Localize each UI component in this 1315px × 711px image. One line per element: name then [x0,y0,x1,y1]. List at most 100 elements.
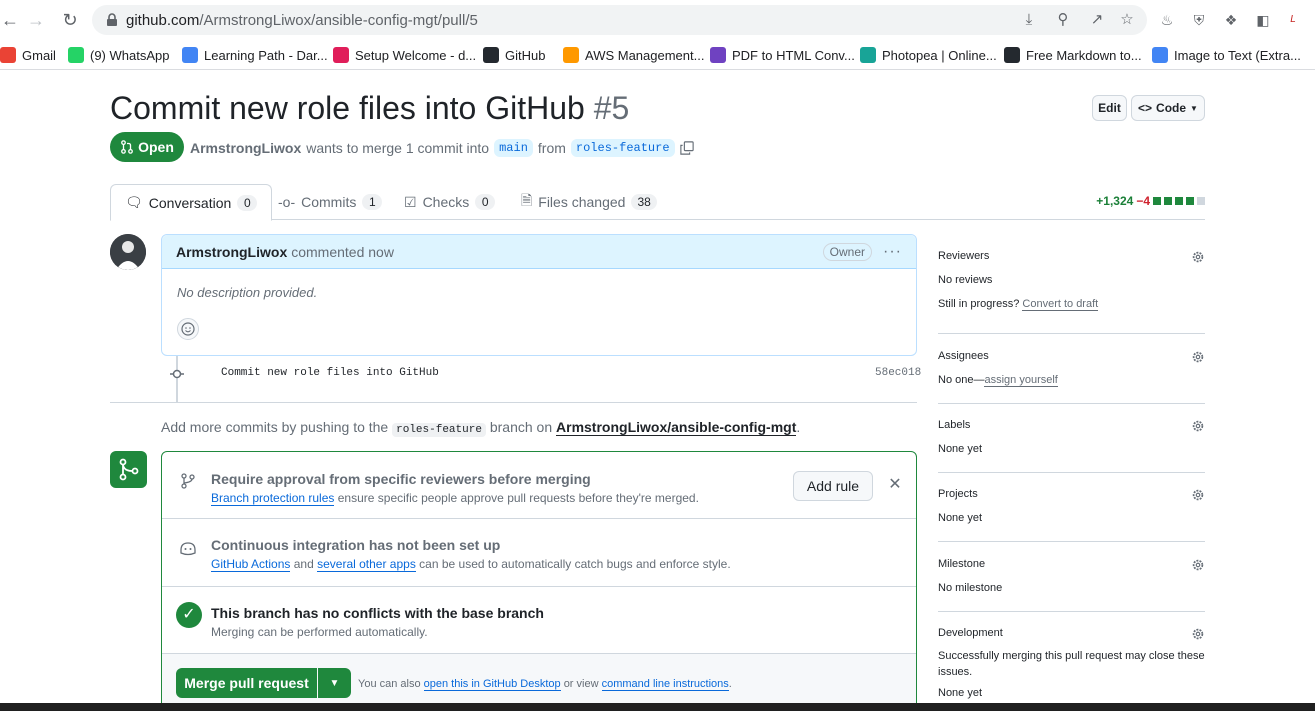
reviewers-note: Still in progress? Convert to draft [938,298,1099,311]
command-line-link[interactable]: command line instructions [601,678,729,691]
status-badge: Open [110,132,184,162]
sidebar-milestone: Milestone No milestone [938,558,1205,594]
projects-heading[interactable]: Projects [938,488,1205,500]
sidebar-assignees: Assignees No one—assign yourself [938,350,1205,387]
reload-icon[interactable]: ↻ [60,10,80,30]
smiley-icon [181,322,195,336]
repo-link[interactable]: ArmstrongLiwox/ansible-config-mgt [556,419,797,436]
gear-icon[interactable] [1191,350,1205,364]
commit-sha[interactable]: 58ec018 [875,367,921,379]
shield-icon[interactable]: ⛨ [1190,11,1208,29]
bookmark-1[interactable]: Gmail [0,46,56,64]
side-panel-icon[interactable]: ◧ [1254,11,1272,29]
avatar[interactable] [110,234,146,270]
back-arrow-icon[interactable]: ← [0,10,20,30]
darey-icon [182,47,198,63]
merge-options-dropdown[interactable]: ▼ [318,668,351,698]
bookmark-4[interactable]: Setup Welcome - d... [333,46,476,64]
markdown-icon [1004,47,1020,63]
reviewers-heading[interactable]: Reviewers [938,250,1205,262]
base-branch[interactable]: main [494,139,533,157]
bookmark-10[interactable]: Image to Text (Extra... [1152,46,1301,64]
checklist-icon: ☑ [404,193,417,210]
commit-icon: -o- [278,194,296,210]
labels-value: None yet [938,443,983,455]
ci-subtitle: GitHub Actions and several other apps ca… [211,557,731,572]
os-taskbar [0,703,1315,711]
address-bar[interactable]: github.com/ArmstrongLiwox/ansible-config… [92,5,1147,35]
copy-icon[interactable] [679,141,694,155]
edit-button[interactable]: Edit [1092,95,1127,121]
tab-checks[interactable]: ☑ Checks 0 [390,184,509,220]
push-branch: roles-feature [392,423,486,437]
labels-heading[interactable]: Labels [938,419,1205,431]
gear-icon[interactable] [1191,627,1205,641]
bookmark-label: Image to Text (Extra... [1174,47,1301,63]
projects-value: None yet [938,512,983,524]
gear-icon[interactable] [1191,419,1205,433]
comment-author[interactable]: ArmstrongLiwox [176,244,287,260]
convert-to-draft-link[interactable]: Convert to draft [1022,298,1099,311]
bookmark-8[interactable]: Photopea | Online... [860,46,997,64]
tab-conversation[interactable]: 🗨 Conversation 0 [110,184,273,221]
head-branch[interactable]: roles-feature [570,139,675,157]
code-icon: <> [1138,101,1153,115]
gear-icon[interactable] [1191,488,1205,502]
tab-commits[interactable]: -o- Commits 1 [264,184,396,220]
forward-arrow-icon[interactable]: → [26,10,46,30]
pr-tabs: 🗨 Conversation 0 -o- Commits 1 ☑ Checks 0 🗎… [110,184,1205,221]
profile-icon[interactable]: L [1284,11,1302,29]
zoom-icon[interactable]: ⚲ [1054,11,1072,29]
install-icon[interactable]: ⤓ [1020,11,1038,29]
lock-icon [107,13,117,26]
bookmarks-bar: Gmail (9) WhatsApp Learning Path - Dar... S… [0,40,1315,70]
merge-box: Require approval from specific reviewers… [161,451,917,711]
bookmark-2[interactable]: (9) WhatsApp [68,46,169,64]
extensions-puzzle-icon[interactable]: ❖ [1222,11,1240,29]
bookmark-7[interactable]: PDF to HTML Conv... [710,46,855,64]
owner-badge: Owner [822,243,872,261]
branch-protection-link[interactable]: Branch protection rules [211,491,335,506]
image-to-text-icon [1152,47,1168,63]
github-actions-link[interactable]: GitHub Actions [211,557,291,572]
kebab-menu-icon[interactable]: ··· [883,243,902,261]
development-value-2: None yet [938,687,983,699]
bookmark-5[interactable]: GitHub [483,46,545,64]
code-button[interactable]: <> Code ▼ [1131,95,1205,121]
github-desktop-link[interactable]: open this in GitHub Desktop [423,678,561,691]
milestone-heading[interactable]: Milestone [938,558,1205,570]
bookmark-3[interactable]: Learning Path - Dar... [182,46,328,64]
tab-files-changed[interactable]: 🗎 Files changed 38 [507,184,671,220]
extension-flame-icon[interactable]: ♨ [1158,11,1176,29]
slack-icon [333,47,349,63]
add-reaction-button[interactable] [177,318,199,340]
comment-time[interactable]: commented now [291,244,394,260]
sidebar-development: Development Successfully merging this pu… [938,627,1205,699]
other-apps-link[interactable]: several other apps [317,557,416,572]
share-icon[interactable]: ↗ [1088,11,1106,29]
commit-message[interactable]: Commit new role files into GitHub [221,367,439,379]
assign-yourself-link[interactable]: assign yourself [984,374,1058,387]
photopea-icon [860,47,876,63]
gear-icon[interactable] [1191,250,1205,264]
bookmark-label: Learning Path - Dar... [204,47,328,63]
protection-subtitle: Branch protection rules ensure specific … [211,491,699,506]
author-link[interactable]: ArmstrongLiwox [190,140,301,156]
sidebar-labels: Labels None yet [938,419,1205,455]
branch-protection-section: Require approval from specific reviewers… [162,452,916,519]
assignees-heading[interactable]: Assignees [938,350,1205,362]
git-branch-icon [181,473,195,489]
reviewers-value: No reviews [938,274,993,286]
development-heading[interactable]: Development [938,627,1205,639]
add-rule-button[interactable]: Add rule [793,471,873,501]
ci-title: Continuous integration has not been set … [211,537,501,553]
close-icon[interactable]: ✕ [886,476,904,494]
gear-icon[interactable] [1191,558,1205,572]
check-circle-icon: ✓ [176,602,202,628]
bookmark-6[interactable]: AWS Management... [563,46,704,64]
merge-alternatives: You can also open this in GitHub Desktop… [358,678,732,691]
bookmark-9[interactable]: Free Markdown to... [1004,46,1142,64]
sidebar-divider [938,541,1205,542]
merge-pull-request-button[interactable]: Merge pull request [176,668,317,698]
bookmark-star-icon[interactable]: ☆ [1118,11,1136,29]
